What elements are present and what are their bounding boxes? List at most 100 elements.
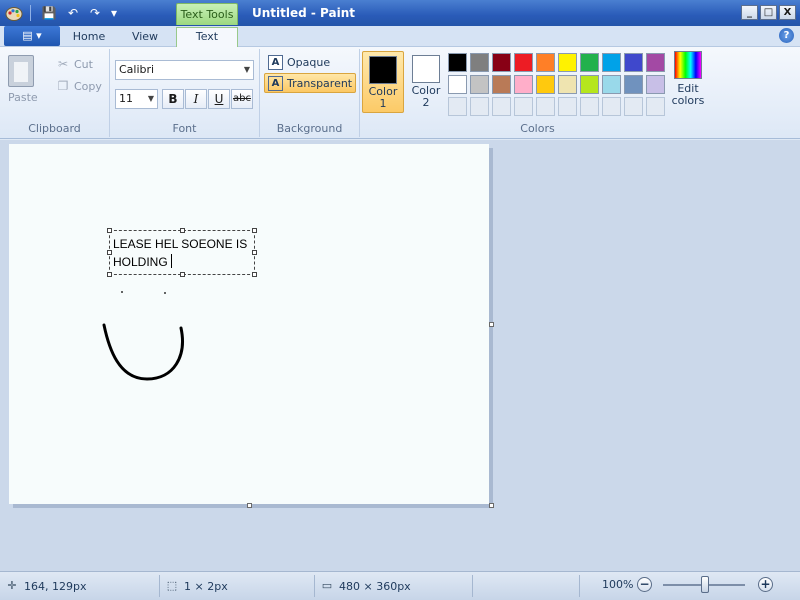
palette-swatch[interactable] <box>448 75 467 94</box>
font-size-value: 11 <box>119 92 133 105</box>
ribbon-tab-bar: ▤ ▾ Home View Text ? <box>0 26 800 47</box>
color-1-number: 1 <box>379 97 387 110</box>
edit-colors-button[interactable]: Edit colors <box>670 51 706 107</box>
cut-label: Cut <box>74 57 93 71</box>
palette-swatch[interactable] <box>492 53 511 72</box>
custom-color-slot[interactable] <box>492 97 511 116</box>
opaque-option[interactable]: A Opaque <box>265 52 333 72</box>
zoom-level: 100% <box>602 578 634 591</box>
font-family-select[interactable]: Calibri ▼ <box>115 60 254 80</box>
italic-button[interactable]: I <box>185 89 207 109</box>
custom-color-slot[interactable] <box>470 97 489 116</box>
palette-swatch[interactable] <box>580 53 599 72</box>
window-controls: _ □ X <box>741 5 796 20</box>
edit-colors-label-line2: colors <box>671 94 705 107</box>
color-2-number: 2 <box>422 96 430 109</box>
cut-button[interactable]: ✂ Cut <box>56 55 93 73</box>
status-bar: ✛ 164, 129px ⬚ 1 × 2px ▭ 480 × 360px 100… <box>0 571 800 600</box>
underline-button[interactable]: U <box>208 89 230 109</box>
smile-stroke <box>102 323 184 381</box>
help-icon[interactable]: ? <box>779 28 794 43</box>
custom-color-slot[interactable] <box>558 97 577 116</box>
palette-swatch[interactable] <box>448 53 467 72</box>
font-size-select[interactable]: 11 ▼ <box>115 89 158 109</box>
resize-handle-top-right[interactable] <box>252 228 257 233</box>
resize-handle-bottom-left[interactable] <box>107 272 112 277</box>
paint-app-icon[interactable] <box>5 4 23 22</box>
text-box-content[interactable]: LEASE HEL SOEONE IS HOLDING <box>113 235 255 271</box>
palette-swatch[interactable] <box>470 75 489 94</box>
palette-swatch[interactable] <box>470 53 489 72</box>
minimize-button[interactable]: _ <box>741 5 758 20</box>
undo-icon[interactable]: ↶ <box>64 5 82 21</box>
zoom-out-button[interactable]: − <box>637 577 652 592</box>
paste-button-label[interactable]: Paste <box>8 91 38 104</box>
canvas-drawing <box>102 291 184 381</box>
resize-handle-bottom-right[interactable] <box>252 272 257 277</box>
save-icon[interactable]: 💾 <box>40 5 58 21</box>
resize-handle-bottom[interactable] <box>180 272 185 277</box>
text-caret <box>170 254 172 268</box>
palette-swatch[interactable] <box>602 75 621 94</box>
tab-text[interactable]: Text <box>176 27 238 47</box>
customize-quick-access-icon[interactable]: ▾ <box>105 5 123 21</box>
drawing-canvas[interactable]: LEASE HEL SOEONE IS HOLDING <box>9 144 489 504</box>
custom-color-slot[interactable] <box>536 97 555 116</box>
copy-label: Copy <box>74 79 102 93</box>
quick-access-separator <box>30 5 31 21</box>
palette-swatch[interactable] <box>624 75 643 94</box>
maximize-button[interactable]: □ <box>760 5 777 20</box>
palette-swatch[interactable] <box>646 75 665 94</box>
paste-icon[interactable] <box>8 55 34 87</box>
tab-home[interactable]: Home <box>66 28 112 47</box>
right-eye-dot <box>164 292 166 294</box>
zoom-in-button[interactable]: + <box>758 577 773 592</box>
background-group-label: Background <box>276 122 343 135</box>
canvas-resize-handle-bottom[interactable] <box>247 503 252 508</box>
strikethrough-button[interactable]: abc <box>231 89 253 109</box>
palette-swatch[interactable] <box>602 53 621 72</box>
palette-swatch[interactable] <box>580 75 599 94</box>
color-2-button[interactable]: Color 2 <box>405 51 447 113</box>
palette-swatch[interactable] <box>536 53 555 72</box>
palette-swatch[interactable] <box>514 75 533 94</box>
colors-group-label: Colors <box>520 122 555 135</box>
close-button[interactable]: X <box>779 5 796 20</box>
selection-size-cell: ⬚ 1 × 2px <box>160 575 315 597</box>
palette-swatch[interactable] <box>646 53 665 72</box>
custom-color-slot[interactable] <box>580 97 599 116</box>
resize-handle-top[interactable] <box>180 228 185 233</box>
palette-swatch[interactable] <box>624 53 643 72</box>
palette-swatch[interactable] <box>558 53 577 72</box>
color-1-button[interactable]: Color 1 <box>362 51 404 113</box>
custom-color-slot[interactable] <box>448 97 467 116</box>
paint-menu-button[interactable]: ▤ ▾ <box>4 26 60 46</box>
resize-handle-top-left[interactable] <box>107 228 112 233</box>
canvas-resize-handle-right[interactable] <box>489 322 494 327</box>
font-group-label: Font <box>172 122 197 135</box>
selection-size: 1 × 2px <box>184 579 228 593</box>
copy-icon: ❐ <box>57 79 69 93</box>
text-box[interactable]: LEASE HEL SOEONE IS HOLDING <box>107 228 257 277</box>
tab-view[interactable]: View <box>122 28 168 47</box>
opaque-label: Opaque <box>287 55 331 69</box>
redo-icon[interactable]: ↷ <box>86 5 104 21</box>
bold-button[interactable]: B <box>162 89 184 109</box>
canvas-resize-handle-corner[interactable] <box>489 503 494 508</box>
palette-swatch[interactable] <box>492 75 511 94</box>
window-title: Untitled - Paint <box>252 6 356 20</box>
transparent-option[interactable]: A Transparent <box>264 73 357 93</box>
palette-swatch[interactable] <box>514 53 533 72</box>
title-bar: 💾 ↶ ↷ ▾ Text Tools Untitled - Paint _ □ … <box>0 0 800 26</box>
custom-color-slot[interactable] <box>624 97 643 116</box>
custom-color-slot[interactable] <box>514 97 533 116</box>
palette-swatch[interactable] <box>536 75 555 94</box>
zoom-slider-thumb[interactable] <box>701 576 709 593</box>
image-size: 480 × 360px <box>339 579 411 593</box>
palette-swatch[interactable] <box>558 75 577 94</box>
canvas-workspace[interactable]: LEASE HEL SOEONE IS HOLDING <box>0 140 800 571</box>
custom-color-slot[interactable] <box>646 97 665 116</box>
copy-button[interactable]: ❐ Copy <box>56 77 102 95</box>
custom-color-slot[interactable] <box>602 97 621 116</box>
resize-handle-left[interactable] <box>107 250 112 255</box>
